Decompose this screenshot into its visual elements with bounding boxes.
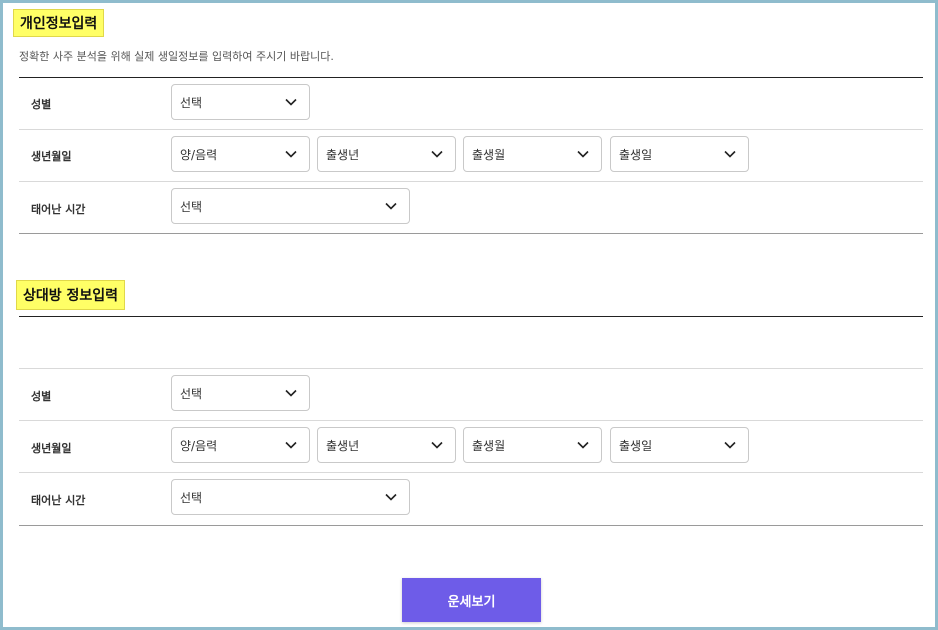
calendar-type-value: 양/음력 (180, 147, 218, 162)
section-divider (19, 77, 923, 78)
section-bottom-divider (19, 525, 923, 526)
birth-day-select[interactable]: 출생일 (610, 136, 749, 172)
partner-birth-day-select[interactable]: 출생일 (610, 427, 749, 463)
birth-month-select[interactable]: 출생월 (463, 136, 602, 172)
personal-section-title: 개인정보입력 (13, 9, 105, 37)
chevron-down-icon (577, 441, 589, 449)
row-divider (19, 420, 923, 421)
section-divider (19, 316, 923, 317)
partner-section-title: 상대방 정보입력 (16, 280, 126, 310)
chevron-down-icon (724, 150, 736, 158)
birthdate-label: 생년월일 (31, 150, 72, 163)
gender-select[interactable]: 선택 (171, 84, 310, 120)
partner-birthtime-select-value: 선택 (180, 490, 203, 505)
gender-label: 성별 (31, 98, 52, 111)
chevron-down-icon (724, 441, 736, 449)
partner-birth-year-value: 출생년 (326, 438, 360, 453)
chevron-down-icon (285, 389, 297, 397)
birth-year-value: 출생년 (326, 147, 360, 162)
chevron-down-icon (285, 98, 297, 106)
partner-gender-label: 성별 (31, 390, 52, 403)
birth-day-value: 출생일 (619, 147, 653, 162)
chevron-down-icon (431, 150, 443, 158)
birth-year-select[interactable]: 출생년 (317, 136, 456, 172)
row-divider (19, 181, 923, 182)
partner-gender-select[interactable]: 선택 (171, 375, 310, 411)
partner-birth-month-select[interactable]: 출생월 (463, 427, 602, 463)
partner-gender-select-value: 선택 (180, 386, 203, 401)
section-bottom-divider (19, 233, 923, 234)
birthtime-select[interactable]: 선택 (171, 188, 410, 224)
partner-birthtime-select[interactable]: 선택 (171, 479, 410, 515)
partner-birth-day-value: 출생일 (619, 438, 653, 453)
personal-section-subtitle: 정확한 사주 분석을 위해 실제 생일정보를 입력하여 주시기 바랍니다. (19, 50, 334, 63)
row-divider (19, 472, 923, 473)
chevron-down-icon (385, 202, 397, 210)
gender-select-value: 선택 (180, 95, 203, 110)
chevron-down-icon (285, 441, 297, 449)
chevron-down-icon (431, 441, 443, 449)
chevron-down-icon (385, 493, 397, 501)
calendar-type-select[interactable]: 양/음력 (171, 136, 310, 172)
birth-month-value: 출생월 (472, 147, 506, 162)
partner-calendar-type-value: 양/음력 (180, 438, 218, 453)
partner-birthtime-label: 태어난 시간 (31, 494, 86, 507)
row-divider (19, 129, 923, 130)
partner-birthdate-label: 생년월일 (31, 442, 72, 455)
birthtime-label: 태어난 시간 (31, 203, 86, 216)
fortune-submit-button[interactable]: 운세보기 (402, 578, 541, 622)
chevron-down-icon (577, 150, 589, 158)
partner-calendar-type-select[interactable]: 양/음력 (171, 427, 310, 463)
partner-birth-year-select[interactable]: 출생년 (317, 427, 456, 463)
chevron-down-icon (285, 150, 297, 158)
partner-birth-month-value: 출생월 (472, 438, 506, 453)
birthtime-select-value: 선택 (180, 199, 203, 214)
row-divider (19, 368, 923, 369)
